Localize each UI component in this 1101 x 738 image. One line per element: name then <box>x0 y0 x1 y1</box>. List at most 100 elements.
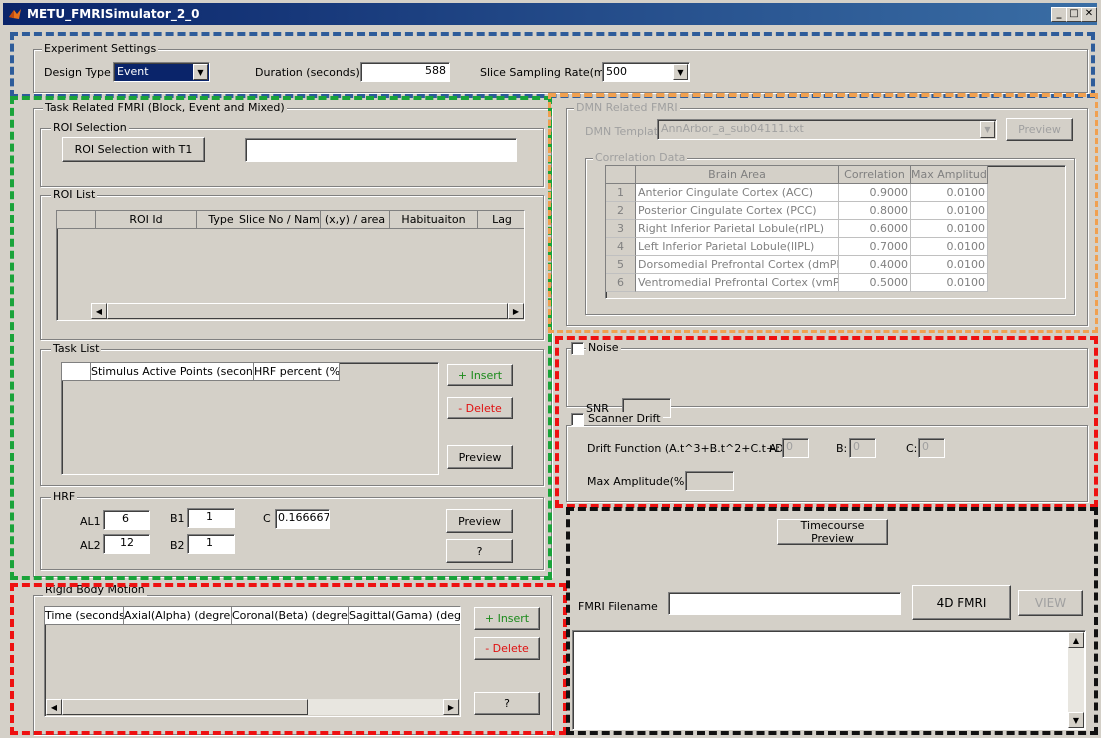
dmn-preview-button[interactable]: Preview <box>1006 118 1073 141</box>
scroll-left-icon[interactable]: ◀ <box>46 699 62 715</box>
title-bar[interactable]: METU_FMRISimulator_2_0 _ □ ✕ <box>3 3 1097 25</box>
rigid-col-coronal[interactable]: Coronal(Beta) (degree) <box>232 607 349 625</box>
corr-cell-correlation[interactable]: 0.6000 <box>839 220 911 238</box>
corr-col-amplitude[interactable]: Max Amplitude <box>911 166 988 184</box>
drift-b-input[interactable]: 0 <box>849 438 876 458</box>
rigid-delete-button[interactable]: - Delete <box>474 637 540 660</box>
scroll-right-icon[interactable]: ▶ <box>443 699 459 715</box>
corr-cell-area[interactable]: Posterior Cingulate Cortex (PCC) <box>636 202 839 220</box>
task-col-stimulus[interactable]: Stimulus Active Points (seconds) <box>91 363 254 381</box>
corr-row-number[interactable]: 6 <box>606 274 636 292</box>
corr-cell-amplitude[interactable]: 0.0100 <box>911 256 988 274</box>
rigid-col-sagittal[interactable]: Sagittal(Gama) (degree <box>349 607 460 625</box>
log-textarea[interactable] <box>572 630 1086 730</box>
rigid-hscrollbar[interactable]: ◀ ▶ <box>46 699 459 715</box>
scroll-left-icon[interactable]: ◀ <box>91 303 107 319</box>
rigid-help-button[interactable]: ? <box>474 692 540 715</box>
close-button[interactable]: ✕ <box>1081 7 1097 22</box>
scroll-down-icon[interactable]: ▼ <box>1068 712 1084 728</box>
rigid-col-time[interactable]: Time (seconds) <box>45 607 124 625</box>
corr-cell-correlation[interactable]: 0.9000 <box>839 184 911 202</box>
scanner-drift-label: Scanner Drift <box>586 412 663 425</box>
noise-checkbox[interactable] <box>571 342 584 355</box>
hrf-c-input[interactable]: 0.166667 <box>275 509 330 529</box>
drift-c-input[interactable]: 0 <box>918 438 945 458</box>
roi-selection-t1-button[interactable]: ROI Selection with T1 <box>62 137 205 162</box>
rigid-insert-button[interactable]: + Insert <box>474 607 540 630</box>
corr-cell-correlation[interactable]: 0.8000 <box>839 202 911 220</box>
fmri-filename-input[interactable] <box>668 592 901 615</box>
roi-col-habituation[interactable]: Habituaiton <box>390 211 478 229</box>
corr-row-number[interactable]: 3 <box>606 220 636 238</box>
view-button[interactable]: VIEW <box>1018 590 1083 616</box>
roi-list-hscrollbar[interactable]: ◀ ▶ <box>91 303 524 319</box>
correlation-table[interactable]: Brain Area Correlation Max Amplitude 1 An… <box>605 165 1066 299</box>
chevron-down-icon[interactable]: ▼ <box>980 121 995 138</box>
rigid-body-table[interactable]: Time (seconds) Axial(Alpha) (degree) Cor… <box>44 606 461 717</box>
hrf-b2-input[interactable]: 1 <box>187 534 235 554</box>
chevron-down-icon[interactable]: ▼ <box>673 64 688 80</box>
corr-row-number[interactable]: 4 <box>606 238 636 256</box>
roi-corner-header <box>57 211 96 229</box>
design-type-label: Design Type <box>44 66 111 79</box>
roi-path-input[interactable] <box>245 138 517 162</box>
roi-col-slice[interactable]: Slice No / Name <box>239 211 321 229</box>
corr-cell-area[interactable]: Right Inferior Parietal Lobule(rIPL) <box>636 220 839 238</box>
scroll-right-icon[interactable]: ▶ <box>508 303 524 319</box>
hrf-c-label: C <box>263 512 271 525</box>
corr-cell-correlation[interactable]: 0.5000 <box>839 274 911 292</box>
hrf-help-button[interactable]: ? <box>446 539 513 563</box>
corr-cell-area[interactable]: Dorsomedial Prefrontal Cortex (dmPFC) <box>636 256 839 274</box>
corr-cell-area[interactable]: Ventromedial Prefrontal Cortex (vmPFC) <box>636 274 839 292</box>
chevron-down-icon[interactable]: ▼ <box>193 64 208 80</box>
rigid-col-axial[interactable]: Axial(Alpha) (degree) <box>124 607 232 625</box>
corr-cell-amplitude[interactable]: 0.0100 <box>911 238 988 256</box>
slice-rate-select[interactable]: 500 ▼ <box>602 62 690 82</box>
design-type-select[interactable]: Event ▼ <box>113 62 210 82</box>
task-col-hrf[interactable]: HRF percent (%) <box>254 363 340 381</box>
roi-col-id[interactable]: ROI Id <box>96 211 197 229</box>
4d-fmri-button[interactable]: 4D FMRI <box>912 585 1011 620</box>
corr-cell-amplitude[interactable]: 0.0100 <box>911 202 988 220</box>
scroll-thumb[interactable] <box>107 303 508 319</box>
corr-cell-correlation[interactable]: 0.4000 <box>839 256 911 274</box>
hrf-preview-button[interactable]: Preview <box>446 509 513 533</box>
corr-row-number[interactable]: 1 <box>606 184 636 202</box>
drift-a-label: A: <box>769 442 781 455</box>
roi-col-lag[interactable]: Lag <box>478 211 524 229</box>
max-amplitude-input[interactable] <box>685 471 734 491</box>
corr-cell-amplitude[interactable]: 0.0100 <box>911 220 988 238</box>
task-related-legend: Task Related FMRI (Block, Event and Mixe… <box>43 101 287 114</box>
corr-cell-amplitude[interactable]: 0.0100 <box>911 184 988 202</box>
task-delete-button[interactable]: - Delete <box>447 397 513 419</box>
corr-cell-amplitude[interactable]: 0.0100 <box>911 274 988 292</box>
main-window: METU_FMRISimulator_2_0 _ □ ✕ Experiment … <box>0 0 1101 738</box>
scroll-up-icon[interactable]: ▲ <box>1068 632 1084 648</box>
corr-corner-header <box>606 166 636 184</box>
corr-row-number[interactable]: 2 <box>606 202 636 220</box>
task-preview-button[interactable]: Preview <box>447 445 513 469</box>
timecourse-preview-button[interactable]: Timecourse Preview <box>777 519 888 545</box>
roi-list-table[interactable]: ROI Id Type Slice No / Name (x,y) / area… <box>56 210 525 321</box>
corr-cell-correlation[interactable]: 0.7000 <box>839 238 911 256</box>
corr-col-area[interactable]: Brain Area <box>636 166 839 184</box>
task-insert-button[interactable]: + Insert <box>447 364 513 386</box>
log-vscrollbar[interactable]: ▲ ▼ <box>1068 632 1084 728</box>
drift-a-input[interactable]: 0 <box>782 438 809 458</box>
fmri-filename-label: FMRI Filename <box>578 600 658 613</box>
corr-cell-area[interactable]: Anterior Cingulate Cortex (ACC) <box>636 184 839 202</box>
corr-col-correlation[interactable]: Correlation <box>839 166 911 184</box>
maximize-button[interactable]: □ <box>1066 7 1082 22</box>
task-list-table[interactable]: Stimulus Active Points (seconds) HRF per… <box>61 362 439 475</box>
corr-row-number[interactable]: 5 <box>606 256 636 274</box>
scanner-drift-checkbox[interactable] <box>571 413 584 426</box>
minimize-button[interactable]: _ <box>1051 7 1067 22</box>
roi-col-xy[interactable]: (x,y) / area <box>321 211 390 229</box>
scroll-thumb[interactable] <box>62 699 308 715</box>
corr-cell-area[interactable]: Left Inferior Parietal Lobule(lIPL) <box>636 238 839 256</box>
hrf-al1-input[interactable]: 6 <box>103 510 150 530</box>
hrf-b1-input[interactable]: 1 <box>187 508 235 528</box>
hrf-al2-input[interactable]: 12 <box>103 534 150 554</box>
dmn-template-select[interactable]: AnnArbor_a_sub04111.txt ▼ <box>657 119 997 140</box>
duration-input[interactable]: 588 <box>360 62 450 82</box>
